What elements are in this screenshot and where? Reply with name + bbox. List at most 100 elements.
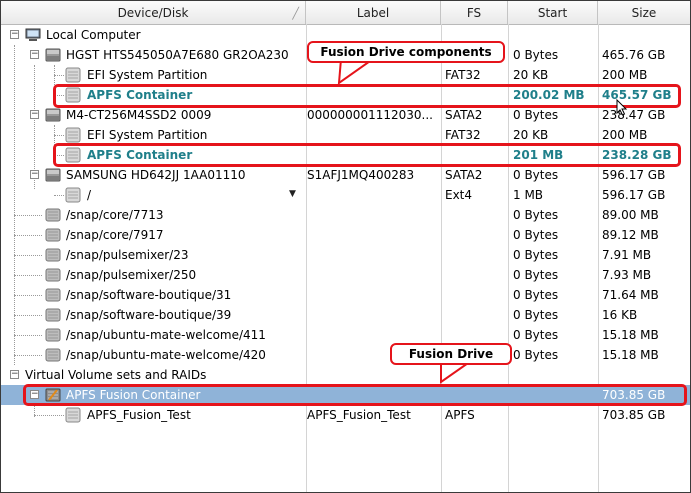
device-start: 0 Bytes <box>513 268 559 282</box>
column-size[interactable]: Size <box>598 1 690 24</box>
device-size: 703.85 GB <box>602 388 666 402</box>
device-fs: APFS <box>445 408 475 422</box>
tree-line <box>14 215 42 216</box>
tree-row-disk[interactable]: − M4-CT256M4SSD2 0009 000000001112030...… <box>1 105 690 125</box>
device-name: /snap/ubuntu-mate-welcome/420 <box>66 348 266 362</box>
device-size: 200 MB <box>602 68 648 82</box>
device-size: 596.17 GB <box>602 188 666 202</box>
tree-line <box>54 195 64 196</box>
device-start: 0 Bytes <box>513 348 559 362</box>
column-fs-text: FS <box>466 6 482 20</box>
column-label[interactable]: Label <box>306 1 441 24</box>
device-start: 200.02 MB <box>513 88 585 102</box>
device-name: /snap/core/7917 <box>66 228 164 242</box>
tree-line <box>14 275 42 276</box>
collapse-toggle-icon[interactable]: − <box>30 50 39 59</box>
partition-icon <box>65 67 81 83</box>
tree-row-partition[interactable]: EFI System Partition FAT32 20 KB 200 MB <box>1 65 690 85</box>
partition-icon <box>65 187 81 203</box>
collapse-toggle-icon[interactable]: − <box>30 170 39 179</box>
column-size-text: Size <box>631 6 657 20</box>
tree-row-partition[interactable]: APFS_Fusion_Test APFS_Fusion_Test APFS 7… <box>1 405 690 425</box>
tree-line <box>14 295 42 296</box>
tree-line <box>54 95 64 96</box>
hard-drive-icon <box>45 168 61 182</box>
device-name: Local Computer <box>46 28 141 42</box>
device-name: APFS_Fusion_Test <box>87 408 191 422</box>
device-name: /snap/pulsemixer/23 <box>66 248 189 262</box>
disk-image-icon <box>45 328 61 342</box>
tree-row-snap[interactable]: /snap/pulsemixer/250 0 Bytes 7.93 MB <box>1 265 690 285</box>
collapse-toggle-icon[interactable]: − <box>10 370 19 379</box>
column-header: Device/Disk ╱ Label FS Start Size <box>1 1 690 25</box>
tree-line <box>14 255 42 256</box>
collapse-toggle-icon[interactable]: − <box>30 390 39 399</box>
tree-line <box>54 155 64 156</box>
callout-fusion-components: Fusion Drive components <box>307 41 505 63</box>
dropdown-arrow-icon[interactable]: ▼ <box>289 189 296 199</box>
partition-icon <box>65 407 81 423</box>
column-start-text: Start <box>537 6 568 20</box>
tree-line <box>54 75 64 76</box>
device-start: 0 Bytes <box>513 208 559 222</box>
column-fs[interactable]: FS <box>441 1 508 24</box>
tree-row-apfs-container[interactable]: APFS Container 201 MB 238.28 GB <box>1 145 690 165</box>
tree-row-partition[interactable]: EFI System Partition FAT32 20 KB 200 MB <box>1 125 690 145</box>
tree-row-snap[interactable]: /snap/pulsemixer/23 0 Bytes 7.91 MB <box>1 245 690 265</box>
disk-image-icon <box>45 208 61 222</box>
computer-icon <box>25 28 41 41</box>
device-name: EFI System Partition <box>87 128 208 142</box>
device-label: S1AFJ1MQ400283 <box>307 168 415 182</box>
disk-image-icon <box>45 248 61 262</box>
tree-row-snap[interactable]: /snap/ubuntu-mate-welcome/411 0 Bytes 15… <box>1 325 690 345</box>
tree-row-virtual-volumes[interactable]: − Virtual Volume sets and RAIDs <box>1 365 690 385</box>
device-size: 89.12 MB <box>602 228 659 242</box>
disk-image-icon <box>45 308 61 322</box>
tree-row-snap[interactable]: /snap/core/7917 0 Bytes 89.12 MB <box>1 225 690 245</box>
sort-indicator-icon: ╱ <box>292 7 299 20</box>
device-name: APFS Fusion Container <box>66 388 201 402</box>
device-start: 0 Bytes <box>513 108 559 122</box>
disk-tree-view: Device/Disk ╱ Label FS Start Size − Loca… <box>0 0 691 493</box>
tree-row-snap[interactable]: /snap/core/7713 0 Bytes 89.00 MB <box>1 205 690 225</box>
device-name: /snap/software-boutique/31 <box>66 288 232 302</box>
tree-row-partition[interactable]: / ▼ Ext4 1 MB 596.17 GB <box>1 185 690 205</box>
hard-drive-icon <box>45 108 61 122</box>
device-start: 0 Bytes <box>513 48 559 62</box>
device-fs: FAT32 <box>445 128 481 142</box>
disk-image-icon <box>45 228 61 242</box>
device-start: 20 KB <box>513 128 549 142</box>
hard-drive-icon <box>45 48 61 62</box>
device-start: 0 Bytes <box>513 308 559 322</box>
device-size: 15.18 MB <box>602 348 659 362</box>
tree-row-apfs-container[interactable]: APFS Container 200.02 MB 465.57 GB <box>1 85 690 105</box>
column-start[interactable]: Start <box>508 1 598 24</box>
device-size: 596.17 GB <box>602 168 666 182</box>
mouse-cursor-icon <box>616 99 628 116</box>
device-name: SAMSUNG HD642JJ 1AA01110 <box>66 168 246 182</box>
callout-fusion-drive: Fusion Drive <box>390 343 512 365</box>
device-start: 0 Bytes <box>513 288 559 302</box>
partition-icon <box>65 127 81 143</box>
device-size: 71.64 MB <box>602 288 659 302</box>
device-size: 703.85 GB <box>602 408 666 422</box>
device-name: / <box>87 188 92 202</box>
tree-row-snap[interactable]: /snap/software-boutique/39 0 Bytes 16 KB <box>1 305 690 325</box>
device-size: 238.28 GB <box>602 148 672 162</box>
tree-row-snap[interactable]: /snap/software-boutique/31 0 Bytes 71.64… <box>1 285 690 305</box>
tree-line <box>14 315 42 316</box>
tree-row-snap[interactable]: /snap/ubuntu-mate-welcome/420 0 Bytes 15… <box>1 345 690 365</box>
device-size: 238.47 GB <box>602 108 666 122</box>
collapse-toggle-icon[interactable]: − <box>30 110 39 119</box>
collapse-toggle-icon[interactable]: − <box>10 30 19 39</box>
device-name: Virtual Volume sets and RAIDs <box>25 368 207 382</box>
tree-row-disk[interactable]: − SAMSUNG HD642JJ 1AA01110 S1AFJ1MQ40028… <box>1 165 690 185</box>
device-name: /snap/software-boutique/39 <box>66 308 232 322</box>
tree-row-fusion-container[interactable]: − APFS Fusion Container 703.85 GB <box>1 385 690 405</box>
device-label: APFS_Fusion_Test <box>307 408 411 422</box>
device-size: 89.00 MB <box>602 208 659 222</box>
column-device[interactable]: Device/Disk ╱ <box>1 1 306 24</box>
tree-line <box>14 235 42 236</box>
device-size: 465.57 GB <box>602 88 672 102</box>
device-start: 1 MB <box>513 188 544 202</box>
